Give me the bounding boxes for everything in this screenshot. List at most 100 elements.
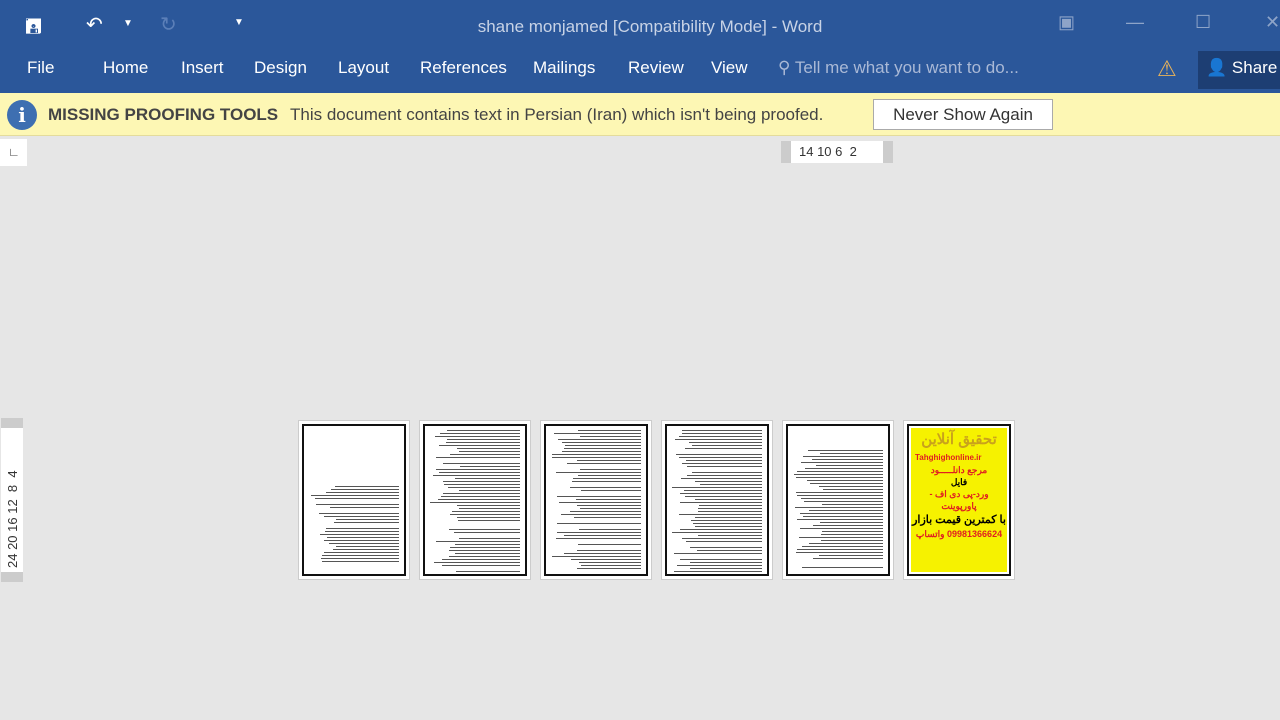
tell-me-search[interactable]: ⚲ Tell me what you want to do... <box>778 58 1019 78</box>
text-line <box>581 565 641 566</box>
text-line <box>820 453 883 454</box>
text-line <box>430 502 520 503</box>
text-line <box>794 474 883 475</box>
text-line <box>315 498 399 499</box>
text-line <box>564 535 641 536</box>
text-line <box>682 430 762 431</box>
text-line <box>331 489 399 490</box>
tab-references[interactable]: References <box>420 58 507 78</box>
vertical-ruler[interactable]: 24 20 16 12 8 4 <box>1 418 23 582</box>
message-bar: i MISSING PROOFING TOOLS This document c… <box>0 93 1280 136</box>
text-line <box>574 517 641 518</box>
page-thumbnail[interactable] <box>661 420 773 580</box>
text-line <box>695 481 762 482</box>
tell-me-text: Tell me what you want to do... <box>795 58 1019 77</box>
message-text: This document contains text in Persian (… <box>290 105 823 125</box>
text-line <box>552 457 641 458</box>
text-line <box>440 433 520 434</box>
text-line <box>579 562 641 563</box>
page-thumbnail[interactable] <box>540 420 652 580</box>
text-line <box>580 469 641 470</box>
text-line <box>797 519 883 520</box>
ribbon-display-icon[interactable]: ▣ <box>1058 12 1075 33</box>
text-line <box>800 528 883 529</box>
text-line <box>797 495 883 496</box>
text-line <box>552 454 641 455</box>
ad-title: تحقیق آنلاین <box>911 428 1007 452</box>
tab-layout[interactable]: Layout <box>338 58 389 78</box>
page-thumbnail[interactable] <box>298 420 410 580</box>
ruler-numbers: 14 10 6 2 <box>799 144 857 159</box>
text-line <box>689 442 762 443</box>
tab-selector[interactable]: ∟ <box>0 139 27 166</box>
text-line <box>577 505 642 506</box>
text-line <box>564 448 641 449</box>
text-line <box>435 436 520 437</box>
text-line <box>679 436 762 437</box>
text-line <box>577 460 641 461</box>
text-line <box>567 463 641 464</box>
tab-design[interactable]: Design <box>254 58 307 78</box>
text-line <box>813 558 883 559</box>
text-line <box>803 516 883 517</box>
text-line <box>677 565 762 566</box>
horizontal-ruler[interactable]: 14 10 6 2 <box>781 141 893 163</box>
ad-line: با کمترین قیمت بازار <box>911 512 1007 528</box>
text-line <box>449 529 520 530</box>
text-line <box>700 484 762 485</box>
text-line <box>455 544 520 545</box>
text-line <box>822 504 883 505</box>
text-line <box>698 535 762 536</box>
text-line <box>813 525 883 526</box>
text-line <box>459 508 521 509</box>
text-line <box>799 537 883 538</box>
text-line <box>325 531 399 532</box>
text-line <box>321 558 399 559</box>
text-line <box>324 540 399 541</box>
share-label: Share <box>1232 58 1277 77</box>
tab-file[interactable]: File <box>27 58 54 78</box>
minimize-icon[interactable]: — <box>1126 12 1144 33</box>
tab-review[interactable]: Review <box>628 58 684 78</box>
text-line <box>443 481 520 482</box>
text-line <box>556 472 641 473</box>
share-button[interactable]: 👤 Share <box>1198 51 1280 89</box>
text-line <box>577 568 641 569</box>
text-line <box>812 459 883 460</box>
text-line <box>459 538 520 539</box>
close-icon[interactable]: ✕ <box>1265 12 1280 33</box>
tab-mailings[interactable]: Mailings <box>533 58 595 78</box>
text-line <box>801 498 883 499</box>
text-line <box>691 520 762 521</box>
text-line <box>690 547 762 548</box>
page-thumbnail[interactable] <box>782 420 894 580</box>
text-line <box>450 547 520 548</box>
text-line <box>580 508 641 509</box>
text-line <box>796 552 883 553</box>
tab-view[interactable]: View <box>711 58 748 78</box>
ad-site: Tahghighonline.ir <box>911 452 1007 464</box>
text-line <box>333 549 399 550</box>
tab-home[interactable]: Home <box>103 58 148 78</box>
text-line <box>441 496 520 497</box>
text-line <box>579 529 641 530</box>
text-line <box>557 523 641 524</box>
text-line <box>324 552 399 553</box>
warning-icon[interactable]: ⚠ <box>1157 56 1177 82</box>
tab-insert[interactable]: Insert <box>181 58 224 78</box>
text-line <box>680 493 762 494</box>
text-line <box>802 567 883 568</box>
ad-line: مرجع دانلـــــود <box>911 464 1007 476</box>
text-line <box>439 472 520 473</box>
never-show-again-button[interactable]: Never Show Again <box>873 99 1053 130</box>
text-line <box>457 505 520 506</box>
text-line <box>554 433 641 434</box>
text-line <box>821 540 883 541</box>
maximize-icon[interactable]: ☐ <box>1195 12 1211 33</box>
text-line <box>680 502 762 503</box>
text-line <box>329 543 399 544</box>
page-thumbnail[interactable] <box>419 420 531 580</box>
text-line <box>699 505 762 506</box>
page-thumbnail-ad[interactable]: تحقیق آنلاین Tahghighonline.ir مرجع دانل… <box>903 420 1015 580</box>
text-line <box>672 532 762 533</box>
